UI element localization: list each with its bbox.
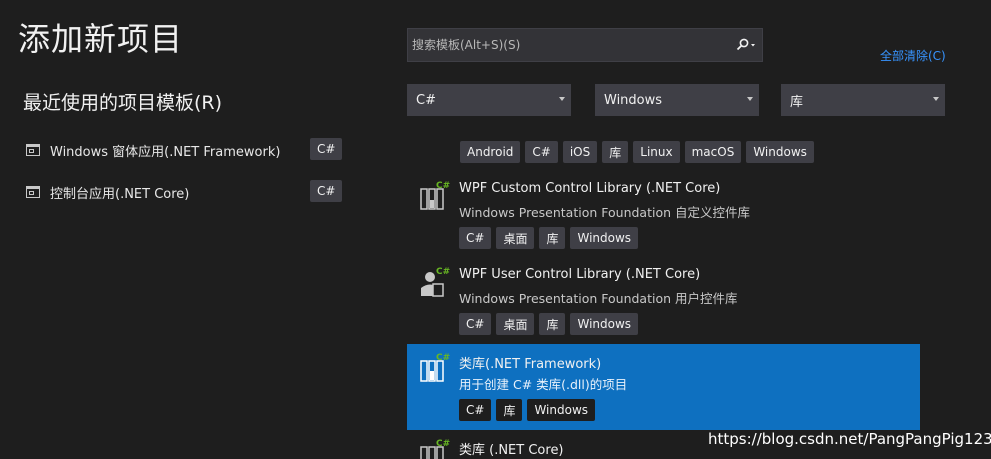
filter-tag-row: Android C# iOS 库 Linux macOS Windows	[460, 141, 819, 163]
language-filter-value: C#	[416, 92, 436, 108]
template-item-wpf-custom-control[interactable]: C# WPF Custom Control Library (.NET Core…	[407, 172, 920, 258]
recent-templates-title: 最近使用的项目模板(R)	[23, 92, 223, 114]
template-description: 用于创建 C# 类库(.dll)的项目	[459, 377, 628, 392]
language-tag: C#	[310, 138, 343, 160]
template-description: Windows Presentation Foundation 用户控件库	[459, 291, 738, 306]
window-app-icon	[26, 143, 42, 157]
template-tag: C#	[459, 227, 492, 249]
search-icon	[736, 38, 755, 51]
template-tag: Windows	[570, 313, 639, 335]
recent-item-label: 控制台应用(.NET Core)	[50, 186, 190, 202]
svg-text:C#: C#	[436, 267, 450, 277]
template-description: Windows Presentation Foundation 自定义控件库	[459, 205, 750, 220]
template-tags: C# 桌面 库 Windows	[459, 227, 643, 249]
template-name: WPF Custom Control Library (.NET Core)	[459, 181, 721, 196]
class-library-icon: C#	[420, 439, 450, 459]
wpf-custom-control-library-icon: C#	[420, 181, 450, 210]
language-filter-dropdown[interactable]: C#	[407, 84, 571, 116]
recent-item-label: Windows 窗体应用(.NET Framework)	[50, 144, 281, 160]
template-tag: 桌面	[496, 227, 535, 249]
chevron-down-icon	[747, 97, 753, 101]
template-tags: C# 库 Windows	[459, 399, 600, 421]
filter-tag[interactable]: Windows	[746, 141, 814, 163]
template-name: WPF User Control Library (.NET Core)	[459, 267, 701, 282]
template-tag: C#	[459, 399, 492, 421]
project-type-filter-dropdown[interactable]: 库	[781, 84, 945, 116]
filter-tag[interactable]: Linux	[633, 141, 680, 163]
page-title: 添加新项目	[18, 20, 184, 58]
search-input[interactable]	[408, 37, 730, 53]
template-tag: C#	[459, 313, 492, 335]
template-search-box[interactable]	[407, 28, 763, 62]
filter-tag[interactable]: macOS	[684, 141, 742, 163]
template-tag: 库	[496, 399, 523, 421]
template-name: 类库 (.NET Core)	[459, 443, 564, 458]
clear-all-link[interactable]: 全部清除(C)	[880, 47, 946, 64]
svg-text:C#: C#	[436, 181, 450, 191]
watermark-text: https://blog.csdn.net/PangPangPig123	[708, 430, 991, 448]
platform-filter-value: Windows	[604, 92, 663, 108]
recent-item-console[interactable]: 控制台应用(.NET Core) C#	[26, 180, 343, 204]
template-name: 类库(.NET Framework)	[459, 357, 602, 372]
template-tag: Windows	[570, 227, 639, 249]
filter-tag[interactable]: iOS	[562, 141, 598, 163]
project-type-filter-value: 库	[790, 94, 804, 110]
template-tag: 桌面	[496, 313, 535, 335]
wpf-user-control-library-icon: C#	[421, 267, 450, 297]
filter-tag[interactable]: Android	[460, 141, 521, 163]
template-tags: C# 桌面 库 Windows	[459, 313, 643, 335]
language-tag: C#	[310, 180, 343, 202]
chevron-down-icon	[933, 97, 939, 101]
search-options-button[interactable]	[730, 29, 762, 61]
platform-filter-dropdown[interactable]: Windows	[595, 84, 759, 116]
filter-tag[interactable]: 库	[602, 141, 629, 163]
template-tag: 库	[539, 313, 566, 335]
class-library-icon: C#	[420, 353, 450, 382]
template-item-wpf-user-control[interactable]: C# WPF User Control Library (.NET Core) …	[407, 258, 920, 344]
template-item-class-library-framework[interactable]: C# 类库(.NET Framework) 用于创建 C# 类库(.dll)的项…	[407, 344, 920, 430]
console-app-icon	[26, 185, 42, 199]
template-tag: Windows	[527, 399, 596, 421]
svg-text:C#: C#	[436, 353, 450, 363]
template-tag: 库	[539, 227, 566, 249]
svg-text:C#: C#	[436, 439, 450, 449]
chevron-down-icon	[559, 97, 565, 101]
recent-item-winforms[interactable]: Windows 窗体应用(.NET Framework) C#	[26, 138, 343, 162]
filter-tag[interactable]: C#	[525, 141, 558, 163]
